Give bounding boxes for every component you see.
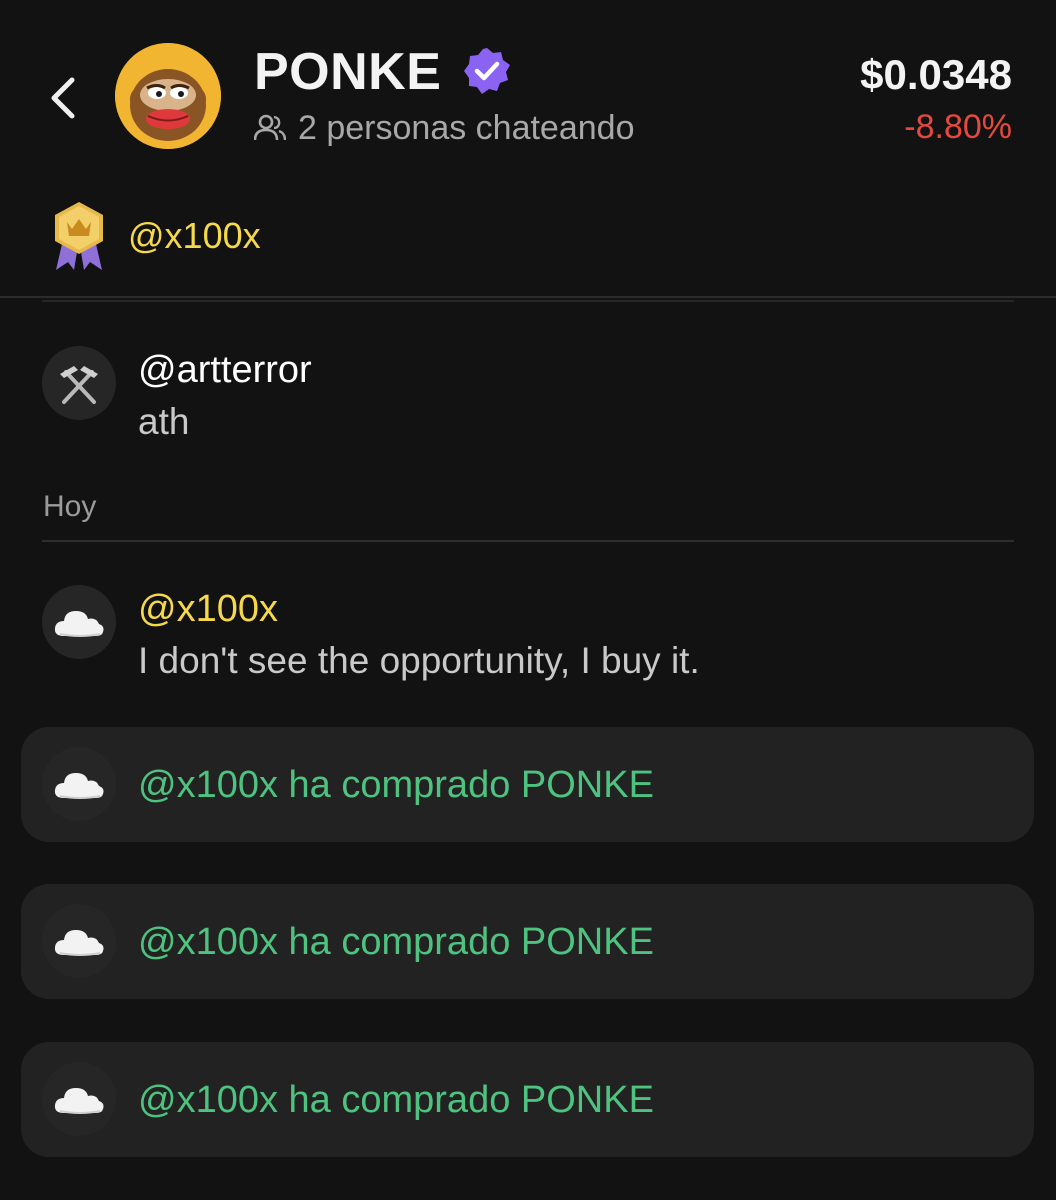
chatting-text: 2 personas chateando [298,108,635,147]
user-avatar[interactable] [42,747,116,821]
message-text: I don't see the opportunity, I buy it. [138,640,700,681]
buy-event-text: @x100x ha comprado PONKE [138,921,654,963]
chevron-left-icon [51,77,75,119]
user-avatar[interactable] [42,904,116,978]
pinned-user-row[interactable]: @x100x [48,198,261,274]
price-change: -8.80% [904,108,1012,146]
cloud-icon [54,1088,104,1114]
header-divider [0,296,1056,298]
pickaxe-icon [60,366,98,404]
buy-event-card[interactable]: @x100x ha comprado PONKE [21,1042,1034,1157]
section-divider [42,300,1014,302]
buy-event-text: @x100x ha comprado PONKE [138,764,654,806]
user-avatar[interactable] [42,585,116,659]
user-avatar[interactable] [42,1062,116,1136]
token-name: PONKE [254,43,442,101]
verified-badge-icon [464,48,510,94]
date-divider [42,540,1014,542]
date-separator: Hoy [43,490,97,523]
back-button[interactable] [40,70,86,126]
crown-medal-icon [55,202,103,270]
cloud-icon [54,611,104,637]
ponke-logo-icon [115,43,221,149]
buy-event-text: @x100x ha comprado PONKE [138,1079,654,1121]
chat-screen: PONKE 2 personas chateando $0.0348 -8.80… [0,0,1056,1200]
cloud-icon [54,930,104,956]
chat-message: @x100x I don't see the opportunity, I bu… [42,585,1022,695]
cloud-icon [54,773,104,799]
user-avatar[interactable] [42,346,116,420]
message-text: ath [138,401,190,442]
chat-message: @artterror ath [42,346,1022,456]
token-price: $0.0348 [860,51,1012,98]
people-icon [254,114,286,141]
buy-event-card[interactable]: @x100x ha comprado PONKE [21,884,1034,999]
message-username[interactable]: @artterror [138,348,312,392]
token-avatar[interactable] [115,43,221,149]
chatting-indicator: 2 personas chateando [254,106,634,150]
buy-event-card[interactable]: @x100x ha comprado PONKE [21,727,1034,842]
pinned-username[interactable]: @x100x [128,215,261,257]
message-username[interactable]: @x100x [138,587,278,631]
chat-header: PONKE 2 personas chateando $0.0348 -8.80… [0,0,1056,180]
